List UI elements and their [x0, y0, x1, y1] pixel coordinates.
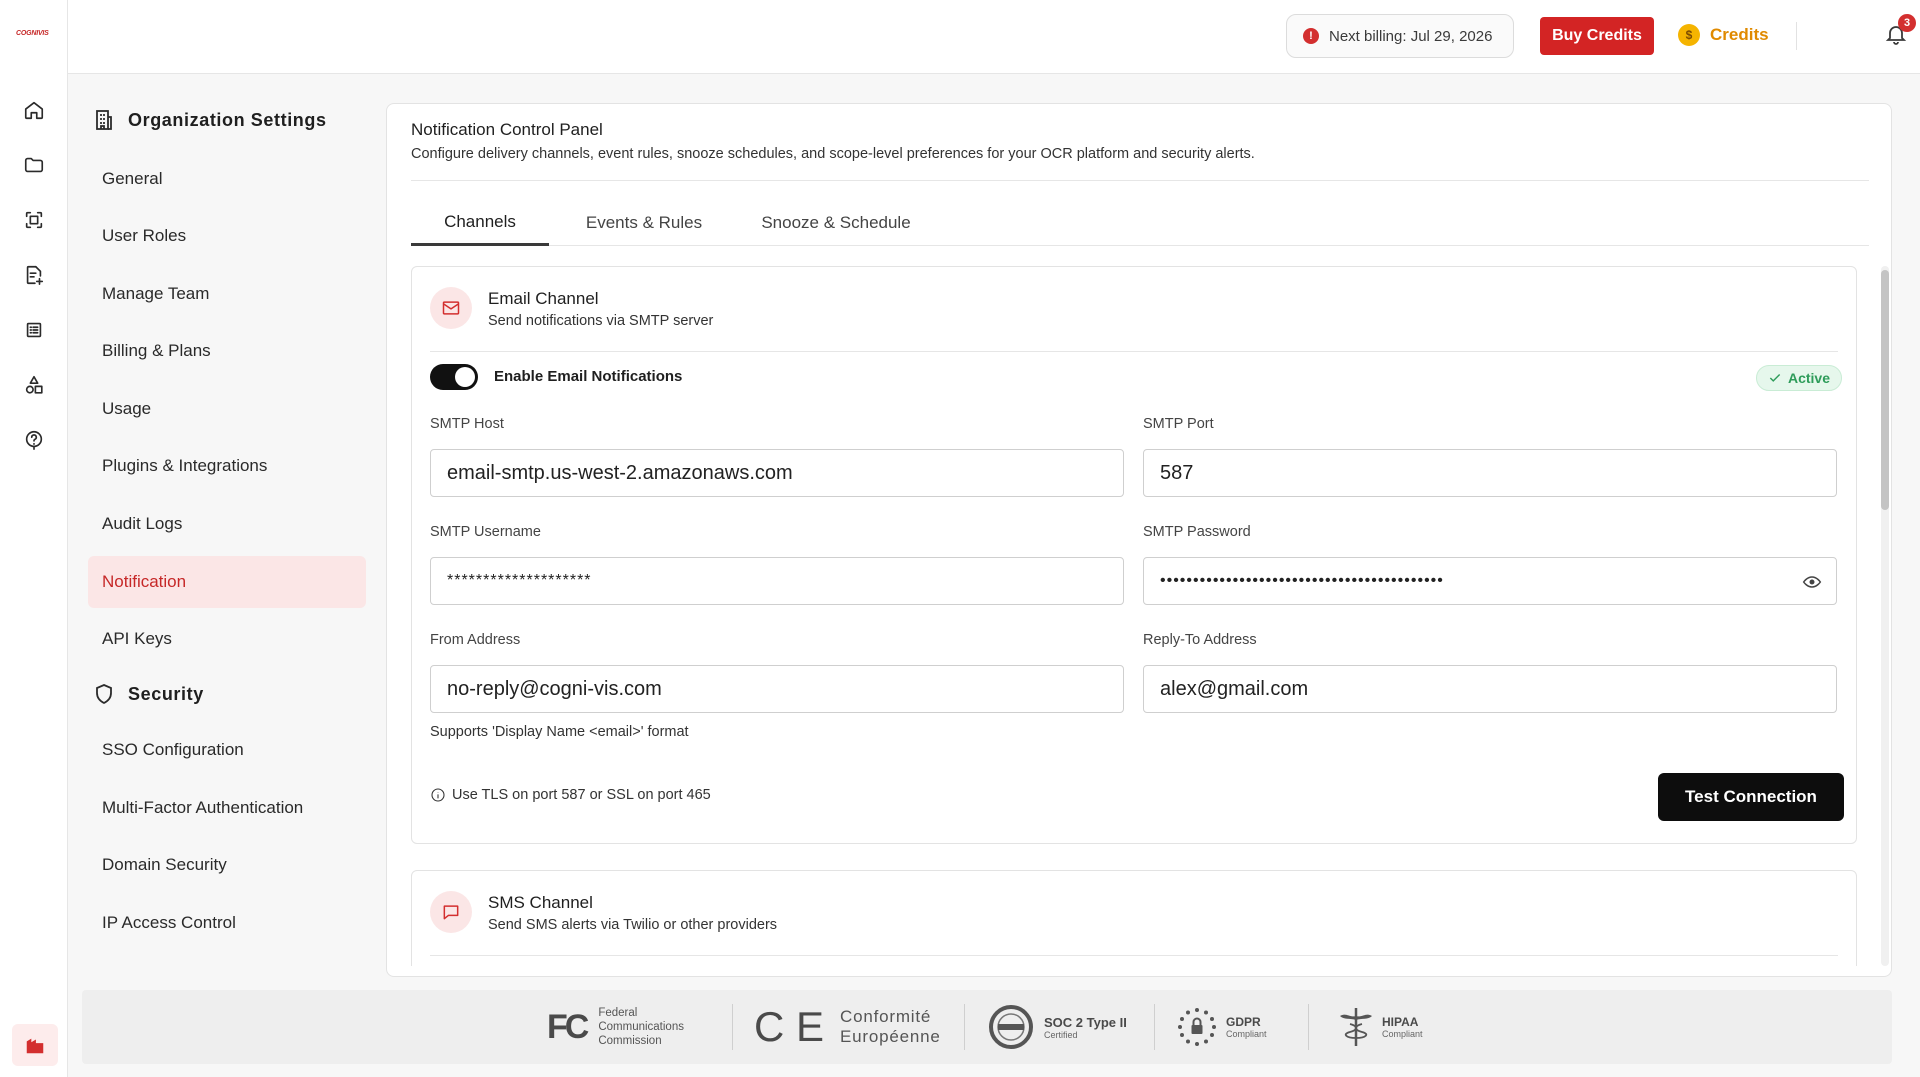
- top-bar: ! Next billing: Jul 29, 2026 Buy Credits…: [68, 0, 1920, 74]
- soc2-badge: SOC 2 Type II Certified: [988, 990, 1127, 1064]
- list-icon[interactable]: [22, 318, 46, 342]
- email-notifications-toggle-label: Enable Email Notifications: [494, 368, 683, 385]
- scan-icon[interactable]: [22, 208, 46, 232]
- topbar-divider: [1796, 22, 1797, 50]
- notification-control-panel: Notification Control Panel Configure del…: [386, 103, 1892, 977]
- email-channel-title: Email Channel: [488, 289, 599, 308]
- nav-item-manage-team[interactable]: Manage Team: [88, 268, 366, 320]
- tab-snooze-schedule[interactable]: Snooze & Schedule: [741, 200, 931, 246]
- coin-icon: $: [1678, 24, 1700, 46]
- mail-icon: [430, 287, 472, 329]
- security-heading: Security: [92, 682, 204, 706]
- home-icon[interactable]: [22, 98, 46, 122]
- nav-item-general[interactable]: General: [88, 153, 366, 205]
- smtp-username-label: SMTP Username: [430, 524, 541, 540]
- tls-note: Use TLS on port 587 or SSL on port 465: [430, 787, 711, 803]
- organization-icon[interactable]: [12, 1024, 58, 1066]
- from-address-hint: Supports 'Display Name <email>' format: [430, 724, 689, 740]
- smtp-password-input[interactable]: ••••••••••••••••••••••••••••••••••••••••…: [1160, 572, 1444, 590]
- smtp-host-input[interactable]: email-smtp.us-west-2.amazonaws.com: [430, 449, 1124, 497]
- smtp-password-label: SMTP Password: [1143, 524, 1251, 540]
- sms-channel-subtitle: Send SMS alerts via Twilio or other prov…: [488, 917, 778, 933]
- email-channel-subtitle: Send notifications via SMTP server: [488, 313, 714, 329]
- shapes-icon[interactable]: [22, 373, 46, 397]
- icon-rail: COGNIVIS: [0, 0, 68, 1077]
- divider: [964, 1004, 965, 1050]
- folder-icon[interactable]: [22, 153, 46, 177]
- building-icon: [96, 110, 112, 130]
- from-address-input[interactable]: no-reply@cogni-vis.com: [430, 665, 1124, 713]
- settings-sidebar: Organization Settings General User Roles…: [68, 74, 378, 974]
- smtp-port-label: SMTP Port: [1143, 416, 1214, 432]
- next-billing-pill[interactable]: ! Next billing: Jul 29, 2026: [1286, 14, 1514, 58]
- divider: [1308, 1004, 1309, 1050]
- ce-logo: C E: [754, 1003, 825, 1050]
- credits-link[interactable]: $ Credits: [1678, 22, 1769, 48]
- scrollbar[interactable]: [1881, 266, 1889, 966]
- compliance-footer: FC Federal Communications Commission C E…: [82, 990, 1892, 1064]
- nav-item-notification[interactable]: Notification: [88, 556, 366, 608]
- buy-credits-button[interactable]: Buy Credits: [1540, 17, 1654, 55]
- check-icon: [1769, 374, 1781, 382]
- divider: [1154, 1004, 1155, 1050]
- message-icon: [430, 891, 472, 933]
- channels-scroll-area[interactable]: Email Channel Send notifications via SMT…: [411, 266, 1891, 966]
- caduceus-icon: [1340, 1008, 1372, 1046]
- notification-count-badge: 3: [1898, 14, 1916, 32]
- nav-item-multi-factor-authentication[interactable]: Multi-Factor Authentication: [88, 782, 366, 834]
- tab-events-rules[interactable]: Events & Rules: [561, 200, 727, 246]
- divider: [430, 351, 1838, 352]
- nav-item-api-keys[interactable]: API Keys: [88, 613, 366, 665]
- gdpr-stars-icon: [1178, 1008, 1216, 1046]
- nav-item-ip-access-control[interactable]: IP Access Control: [88, 897, 366, 949]
- nav-item-audit-logs[interactable]: Audit Logs: [88, 498, 366, 550]
- nav-item-user-roles[interactable]: User Roles: [88, 210, 366, 262]
- hipaa-badge: HIPAA Compliant: [1338, 990, 1423, 1064]
- nav-item-domain-security[interactable]: Domain Security: [88, 839, 366, 891]
- next-billing-text: Next billing: Jul 29, 2026: [1329, 27, 1493, 45]
- brand-logo[interactable]: COGNIVIS: [16, 30, 52, 42]
- document-add-icon[interactable]: [22, 263, 46, 287]
- smtp-username-input[interactable]: ********************: [430, 557, 1124, 605]
- ce-badge: C E Conformité Européenne: [754, 1003, 941, 1050]
- smtp-host-label: SMTP Host: [430, 416, 504, 432]
- sms-channel-card: SMS Channel Send SMS alerts via Twilio o…: [411, 870, 1857, 966]
- gdpr-badge: GDPR Compliant: [1176, 990, 1267, 1064]
- smtp-port-input[interactable]: 587: [1143, 449, 1837, 497]
- fcc-badge: FC Federal Communications Commission: [547, 1007, 684, 1047]
- nav-item-usage[interactable]: Usage: [88, 383, 366, 435]
- test-connection-button[interactable]: Test Connection: [1658, 773, 1844, 821]
- help-circle-icon[interactable]: [22, 428, 46, 452]
- reply-to-input[interactable]: alex@gmail.com: [1143, 665, 1837, 713]
- smtp-password-field: ••••••••••••••••••••••••••••••••••••••••…: [1143, 557, 1837, 605]
- reply-to-label: Reply-To Address: [1143, 632, 1257, 648]
- tab-channels[interactable]: Channels: [411, 200, 549, 246]
- nav-item-sso-configuration[interactable]: SSO Configuration: [88, 724, 366, 776]
- shield-icon: [96, 684, 112, 705]
- sms-channel-title: SMS Channel: [488, 893, 593, 912]
- panel-subtitle: Configure delivery channels, event rules…: [411, 146, 1255, 162]
- panel-title: Notification Control Panel: [411, 120, 603, 139]
- notifications-button[interactable]: 3: [1884, 14, 1916, 48]
- aicpa-soc-icon: [989, 1005, 1033, 1049]
- divider: [430, 955, 1838, 956]
- from-address-label: From Address: [430, 632, 521, 648]
- nav-item-plugins-integrations[interactable]: Plugins & Integrations: [88, 440, 366, 492]
- divider: [732, 1004, 733, 1050]
- email-channel-card: Email Channel Send notifications via SMT…: [411, 266, 1857, 844]
- organization-settings-heading: Organization Settings: [92, 108, 327, 132]
- info-icon: [431, 788, 445, 802]
- divider: [411, 180, 1869, 181]
- status-badge: Active: [1756, 365, 1842, 391]
- nav-item-billing-plans[interactable]: Billing & Plans: [88, 325, 366, 377]
- alert-icon: !: [1303, 28, 1319, 44]
- scrollbar-thumb[interactable]: [1881, 270, 1889, 510]
- credits-label: Credits: [1710, 25, 1769, 44]
- fcc-logo: FC: [547, 1007, 589, 1046]
- email-notifications-toggle[interactable]: [430, 364, 478, 390]
- toggle-knob: [455, 367, 475, 387]
- show-password-eye-icon[interactable]: [1802, 572, 1822, 592]
- tab-bar: Channels Events & Rules Snooze & Schedul…: [411, 200, 1869, 246]
